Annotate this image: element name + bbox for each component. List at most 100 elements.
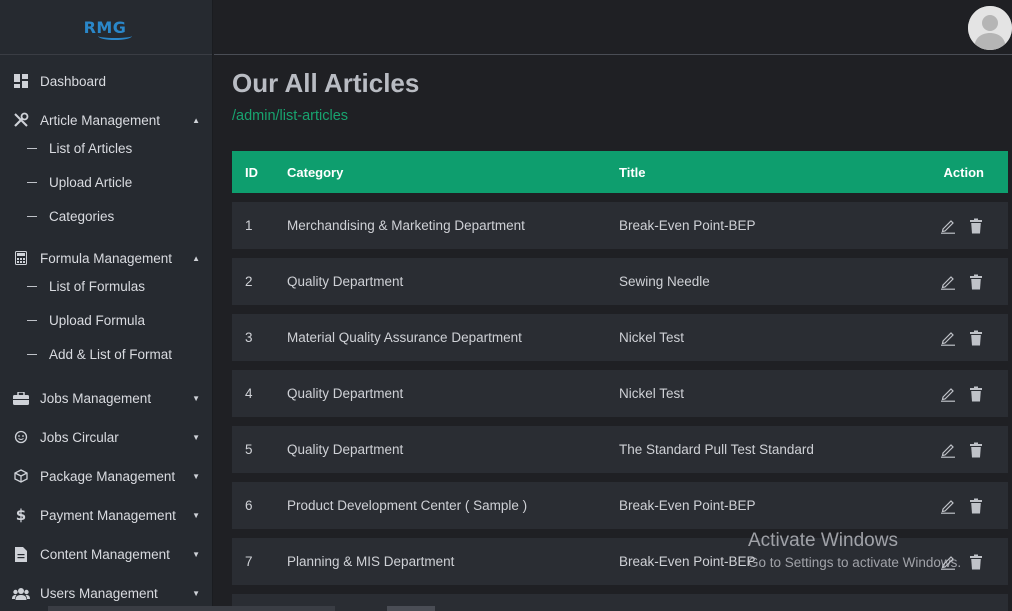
caret-down-icon: ▼ xyxy=(192,588,200,598)
cell-id: 2 xyxy=(245,274,253,289)
sidebar: RMG Dashboard Article Management ▲ List of … xyxy=(0,0,213,611)
cell-action xyxy=(919,497,1008,515)
sidebar-item-dashboard[interactable]: Dashboard xyxy=(0,67,212,95)
sidebar-item-jobs-management[interactable]: Jobs Management ▼ xyxy=(0,384,212,412)
header-title: Title xyxy=(619,164,646,180)
sidebar-item-content-management[interactable]: Content Management ▼ xyxy=(0,540,212,568)
edit-icon[interactable] xyxy=(939,385,957,403)
header-category: Category xyxy=(287,164,344,180)
header-id: ID xyxy=(245,164,258,180)
circle-icon xyxy=(12,429,30,445)
edit-icon[interactable] xyxy=(939,273,957,291)
sidebar-subitem-label: Categories xyxy=(49,208,115,224)
sidebar-item-jobs-circular[interactable]: Jobs Circular ▼ xyxy=(0,423,212,451)
cell-title: Sewing Needle xyxy=(619,274,710,289)
cell-action xyxy=(919,273,1008,291)
cell-category: Quality Department xyxy=(287,442,404,457)
sidebar-item-label: Formula Management xyxy=(40,250,173,266)
cell-action xyxy=(919,329,1008,347)
delete-icon[interactable] xyxy=(967,497,985,515)
cell-category: Material Quality Assurance Department xyxy=(287,330,522,345)
cell-category: Merchandising & Marketing Department xyxy=(287,218,525,233)
package-icon xyxy=(12,468,30,484)
caret-up-icon: ▲ xyxy=(192,253,200,263)
sidebar-item-label: Article Management xyxy=(40,112,161,128)
sidebar-item-label: Users Management xyxy=(40,585,158,601)
table-row xyxy=(232,594,1008,611)
svg-text:$: $ xyxy=(16,507,26,523)
cell-id: 5 xyxy=(245,442,253,457)
table-header: ID Category Title Action xyxy=(232,151,1008,193)
logo-area: RMG xyxy=(0,0,212,55)
table-row: 6 Product Development Center ( Sample ) Br… xyxy=(232,482,1008,529)
sidebar-item-article-management[interactable]: Article Management ▲ xyxy=(0,106,212,134)
briefcase-icon xyxy=(12,390,30,406)
logo-swoosh xyxy=(97,32,132,40)
user-avatar-icon[interactable] xyxy=(968,6,1012,50)
sidebar-item-label: Jobs Circular xyxy=(40,429,119,445)
delete-icon[interactable] xyxy=(967,273,985,291)
dash-icon xyxy=(27,215,37,217)
dollar-icon: $ xyxy=(12,507,30,523)
caret-down-icon: ▼ xyxy=(192,510,200,520)
tools-icon xyxy=(12,112,30,128)
sidebar-item-label: Content Management xyxy=(40,546,170,562)
logo[interactable]: RMG xyxy=(84,18,132,40)
sidebar-subitem-list-of-articles[interactable]: List of Articles xyxy=(0,131,212,165)
cell-title: The Standard Pull Test Standard xyxy=(619,442,814,457)
sidebar-subitem-list-of-formulas[interactable]: List of Formulas xyxy=(0,269,212,303)
edit-icon[interactable] xyxy=(939,329,957,347)
scrollbar-track[interactable] xyxy=(48,606,335,611)
sidebar-item-payment-management[interactable]: $ Payment Management ▼ xyxy=(0,501,212,529)
cell-title: Nickel Test xyxy=(619,386,685,401)
edit-icon[interactable] xyxy=(939,441,957,459)
dashboard-icon xyxy=(12,73,30,89)
calculator-icon xyxy=(12,250,30,266)
cell-id: 7 xyxy=(245,554,253,569)
cell-id: 1 xyxy=(245,218,253,233)
sidebar-item-users-management[interactable]: Users Management ▼ xyxy=(0,579,212,607)
breadcrumb[interactable]: /admin/list-articles xyxy=(232,108,1008,124)
file-icon xyxy=(12,546,30,562)
sidebar-item-label: Jobs Management xyxy=(40,390,152,406)
dash-icon xyxy=(27,285,37,287)
sidebar-subitem-upload-article[interactable]: Upload Article xyxy=(0,165,212,199)
sidebar-item-package-management[interactable]: Package Management ▼ xyxy=(0,462,212,490)
sidebar-subitem-label: Add & List of Format xyxy=(49,346,173,362)
sidebar-subitem-add-list-of-format[interactable]: Add & List of Format xyxy=(0,337,212,371)
caret-up-icon: ▲ xyxy=(192,115,200,125)
scrollbar-thumb[interactable] xyxy=(387,606,435,611)
edit-icon[interactable] xyxy=(939,497,957,515)
windows-activation-watermark: Activate Windows Go to Settings to activ… xyxy=(748,530,961,570)
header-action: Action xyxy=(943,164,984,180)
delete-icon[interactable] xyxy=(967,553,985,571)
dash-icon xyxy=(27,181,37,183)
cell-id: 6 xyxy=(245,498,253,513)
caret-down-icon: ▼ xyxy=(192,432,200,442)
table-row: 3 Material Quality Assurance Department Ni… xyxy=(232,314,1008,361)
delete-icon[interactable] xyxy=(967,329,985,347)
sidebar-subitem-categories[interactable]: Categories xyxy=(0,199,212,233)
sidebar-subitem-label: Upload Article xyxy=(49,174,133,190)
edit-icon[interactable] xyxy=(939,217,957,235)
sidebar-item-label: Payment Management xyxy=(40,507,176,523)
sidebar-item-label: Package Management xyxy=(40,468,176,484)
cell-action xyxy=(919,385,1008,403)
delete-icon[interactable] xyxy=(967,385,985,403)
caret-down-icon: ▼ xyxy=(192,393,200,403)
cell-action xyxy=(919,441,1008,459)
sidebar-item-formula-management[interactable]: Formula Management ▲ xyxy=(0,244,212,272)
sidebar-subitem-upload-formula[interactable]: Upload Formula xyxy=(0,303,212,337)
delete-icon[interactable] xyxy=(967,441,985,459)
cell-title: Break-Even Point-BEP xyxy=(619,498,756,513)
table-row: 1 Merchandising & Marketing Department Bre… xyxy=(232,202,1008,249)
cell-category: Planning & MIS Department xyxy=(287,554,455,569)
caret-down-icon: ▼ xyxy=(192,549,200,559)
cell-action xyxy=(919,217,1008,235)
table-row: 5 Quality Department The Standard Pull Tes… xyxy=(232,426,1008,473)
delete-icon[interactable] xyxy=(967,217,985,235)
dash-icon xyxy=(27,147,37,149)
cell-category: Product Development Center ( Sample ) xyxy=(287,498,528,513)
sidebar-subitem-label: Upload Formula xyxy=(49,312,146,328)
caret-down-icon: ▼ xyxy=(192,471,200,481)
